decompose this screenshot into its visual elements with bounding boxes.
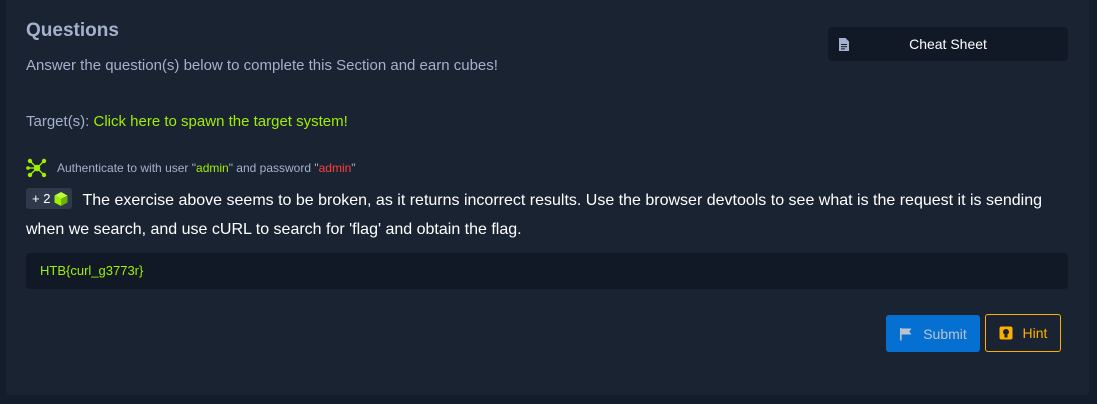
section-title: Questions: [26, 20, 119, 41]
submit-button[interactable]: Submit: [886, 315, 980, 352]
cube-reward-label: + 2: [32, 191, 51, 206]
hint-button[interactable]: Hint: [985, 314, 1061, 352]
auth-text-before: Authenticate to with user ": [57, 161, 197, 175]
answer-value: HTB{curl_g3773r}: [40, 263, 144, 278]
spawn-target-link[interactable]: Click here to spawn the target system!: [94, 113, 348, 130]
cube-reward-badge: + 2: [26, 188, 73, 209]
cheat-sheet-button[interactable]: Cheat Sheet: [828, 27, 1068, 61]
target-row: Target(s): Click here to spawn the targe…: [26, 113, 348, 130]
auth-username: admin: [196, 161, 229, 175]
answer-input[interactable]: HTB{curl_g3773r}: [26, 253, 1068, 289]
target-prefix: Target(s):: [26, 113, 94, 130]
question-row: + 2 The exercise above seems to be broke…: [26, 186, 1066, 244]
document-icon: [839, 38, 849, 51]
network-icon: [26, 158, 47, 178]
auth-text-after: ": [351, 161, 356, 175]
question-text: The exercise above seems to be broken, a…: [26, 192, 1043, 238]
submit-label: Submit: [923, 325, 967, 342]
auth-password: admin: [318, 161, 352, 175]
section-subtitle: Answer the question(s) below to complete…: [26, 57, 498, 74]
lightbulb-icon: [999, 326, 1013, 340]
flag-icon: [900, 327, 912, 340]
cube-icon: [54, 191, 68, 206]
auth-text-middle: " and password ": [228, 161, 319, 175]
auth-instructions: Authenticate to with user " admin " and pa…: [26, 158, 356, 178]
cheat-sheet-label: Cheat Sheet: [909, 36, 987, 52]
hint-label: Hint: [1022, 325, 1048, 341]
